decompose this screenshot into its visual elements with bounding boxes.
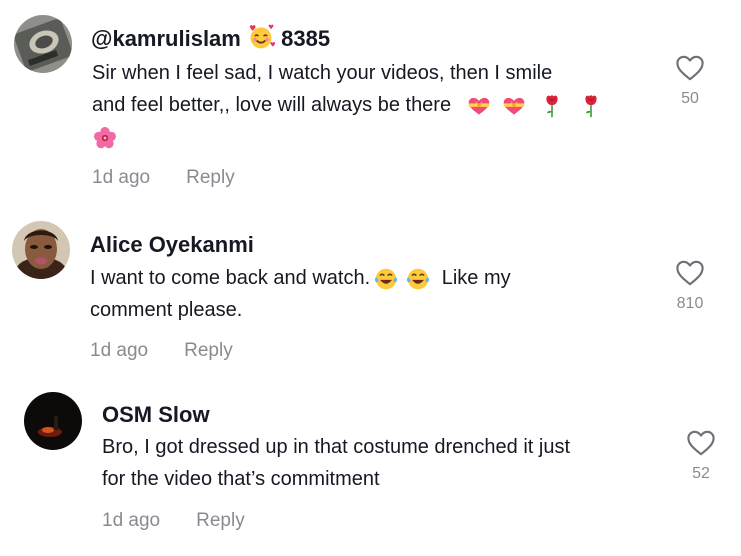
comment-line bbox=[92, 121, 652, 153]
comment-time: 1d ago bbox=[92, 167, 151, 188]
comment-line: I want to come back and watch. Like my bbox=[90, 267, 511, 291]
comment-line: and feel better,, love will always be th… bbox=[92, 89, 652, 121]
like-button[interactable]: 52 bbox=[671, 429, 731, 483]
comment-author[interactable]: OSM Slow bbox=[102, 402, 210, 428]
comment-line: comment please. bbox=[90, 299, 243, 321]
reply-button[interactable]: Reply bbox=[186, 167, 235, 188]
like-count: 810 bbox=[676, 295, 704, 312]
comment-text: Sir when I feel sad, I watch your videos… bbox=[92, 57, 652, 153]
like-button[interactable]: 50 bbox=[660, 54, 720, 108]
avatar[interactable] bbox=[12, 221, 70, 279]
author-suffix: 8385 bbox=[281, 26, 331, 51]
rose-icon bbox=[544, 94, 560, 118]
comment-meta: 1d ago Reply bbox=[102, 510, 245, 532]
comment-line: Sir when I feel sad, I watch your videos… bbox=[92, 62, 553, 84]
heart-with-ribbon-icon bbox=[502, 95, 526, 117]
comment-line: for the video that’s commitment bbox=[102, 468, 380, 490]
like-button[interactable]: 810 bbox=[660, 259, 720, 313]
comment-item: Alice Oyekanmi I want to come back and w… bbox=[0, 200, 741, 380]
comment-author[interactable]: Alice Oyekanmi bbox=[90, 232, 254, 258]
heart-outline-icon bbox=[675, 259, 705, 287]
heart-outline-icon bbox=[675, 54, 705, 82]
heart-outline-icon bbox=[686, 429, 716, 457]
comment-item: @kamrulislam 8385 Sir when I feel sad, I… bbox=[0, 0, 741, 200]
comment-line: Bro, I got dressed up in that costume dr… bbox=[102, 436, 571, 458]
smiling-face-with-hearts-icon bbox=[247, 23, 275, 51]
rose-icon bbox=[583, 94, 599, 118]
like-count: 52 bbox=[692, 465, 710, 482]
tears-of-joy-icon bbox=[374, 267, 398, 291]
comment-meta: 1d ago Reply bbox=[90, 340, 233, 362]
comment-text: I want to come back and watch. Like my c… bbox=[90, 262, 650, 326]
heart-with-ribbon-icon bbox=[467, 95, 491, 117]
comment-author[interactable]: @kamrulislam 8385 bbox=[91, 26, 330, 52]
avatar[interactable] bbox=[24, 392, 82, 450]
hibiscus-icon bbox=[94, 127, 116, 149]
comment-reply-item: OSM Slow Bro, I got dressed up in that c… bbox=[0, 380, 741, 556]
tears-of-joy-icon bbox=[406, 267, 430, 291]
comment-text: Bro, I got dressed up in that costume dr… bbox=[102, 431, 672, 495]
avatar[interactable] bbox=[14, 15, 72, 73]
comment-time: 1d ago bbox=[102, 510, 161, 531]
reply-button[interactable]: Reply bbox=[196, 510, 245, 531]
comment-meta: 1d ago Reply bbox=[92, 167, 235, 189]
author-name: @kamrulislam bbox=[91, 26, 241, 51]
like-count: 50 bbox=[681, 90, 699, 107]
reply-button[interactable]: Reply bbox=[184, 340, 233, 361]
comment-time: 1d ago bbox=[90, 340, 149, 361]
